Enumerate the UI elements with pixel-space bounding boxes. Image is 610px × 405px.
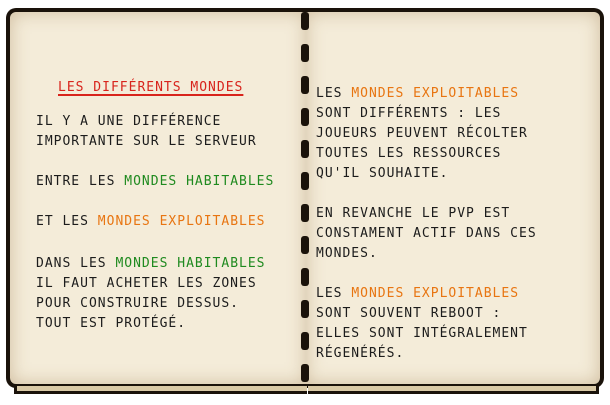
spine-stitch bbox=[301, 268, 309, 286]
habitable-worlds-label: mondes habitables bbox=[124, 174, 275, 189]
right-line-11: elles sont intégralement bbox=[316, 326, 528, 341]
right-line-9: les mondes exploitables bbox=[316, 284, 519, 304]
right-line-12: régenérés. bbox=[316, 346, 405, 361]
spine-stitch bbox=[301, 300, 309, 318]
book-spine bbox=[298, 0, 314, 405]
left-line-5-prefix: dans les bbox=[36, 256, 116, 271]
left-line-5: dans les mondes habitables bbox=[36, 254, 266, 274]
left-line-7: pour construire dessus. bbox=[36, 296, 240, 311]
spine-stitch bbox=[301, 364, 309, 382]
right-line-7: constament actif dans ces bbox=[316, 226, 537, 241]
habitable-worlds-label: mondes habitables bbox=[115, 256, 266, 271]
left-line-1: il y a une différence bbox=[36, 114, 222, 129]
left-page-edge bbox=[14, 386, 307, 394]
left-line-6: il faut acheter les zones bbox=[36, 276, 257, 291]
left-line-4: et les mondes exploitables bbox=[36, 212, 266, 232]
exploitable-worlds-label: mondes exploitables bbox=[351, 286, 520, 301]
right-line-6: en revanche le pvp est bbox=[316, 206, 511, 221]
spine-stitch bbox=[301, 44, 309, 62]
right-line-4: toutes les ressources bbox=[316, 146, 502, 161]
right-line-1-prefix: les bbox=[316, 86, 352, 101]
right-line-8: mondes. bbox=[316, 246, 378, 261]
left-line-3-prefix: entre les bbox=[36, 174, 125, 189]
spine-stitch bbox=[301, 332, 309, 350]
right-line-2: sont différents : les bbox=[316, 106, 502, 121]
exploitable-worlds-label: mondes exploitables bbox=[97, 214, 266, 229]
book: Les différents mondes il y a une différe… bbox=[0, 0, 610, 405]
left-line-2: importante sur le serveur bbox=[36, 134, 257, 149]
spine-stitch bbox=[301, 76, 309, 94]
spine-stitch bbox=[301, 204, 309, 222]
spine-stitch bbox=[301, 140, 309, 158]
left-line-8: tout est protégé. bbox=[36, 316, 187, 331]
right-line-5: qu'il souhaite. bbox=[316, 166, 449, 181]
spine-stitch bbox=[301, 172, 309, 190]
page-title: Les différents mondes bbox=[58, 80, 244, 95]
spine-stitch bbox=[301, 108, 309, 126]
left-line-3: entre les mondes habitables bbox=[36, 172, 274, 192]
right-line-9-prefix: les bbox=[316, 286, 352, 301]
left-line-4-prefix: et les bbox=[36, 214, 98, 229]
right-line-1: les mondes exploitables bbox=[316, 84, 519, 104]
right-page-edge bbox=[308, 386, 599, 394]
right-line-10: sont souvent reboot : bbox=[316, 306, 502, 321]
exploitable-worlds-label: mondes exploitables bbox=[351, 86, 520, 101]
spine-stitch bbox=[301, 12, 309, 30]
right-line-3: joueurs peuvent récolter bbox=[316, 126, 528, 141]
spine-stitch bbox=[301, 236, 309, 254]
